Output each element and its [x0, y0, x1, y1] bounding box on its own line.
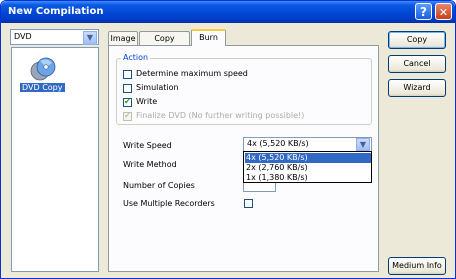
copy-button[interactable]: Copy	[388, 31, 446, 49]
write-speed-option-4x[interactable]: 4x (5,520 KB/s)	[245, 153, 371, 163]
write-checkbox[interactable]: ✔	[123, 97, 132, 107]
title-bar[interactable]: New Compilation ? ✕	[1, 1, 455, 23]
window-title: New Compilation	[8, 6, 104, 17]
cancel-button[interactable]: Cancel	[388, 55, 446, 73]
write-method-label: Write Method	[123, 160, 177, 169]
tab-burn[interactable]: Burn	[191, 29, 226, 46]
tab-image[interactable]: Image	[108, 31, 138, 45]
finalize-dvd-checkbox[interactable]: ✔	[123, 111, 132, 121]
determine-max-speed-label: Determine maximum speed	[136, 69, 248, 78]
number-of-copies-label: Number of Copies	[123, 181, 195, 190]
use-multiple-recorders-label: Use Multiple Recorders	[123, 199, 215, 208]
dvd-copy-icon	[30, 57, 56, 81]
finalize-dvd-label: Finalize DVD (No further writing possibl…	[136, 111, 305, 120]
use-multiple-recorders-checkbox[interactable]	[244, 199, 253, 208]
project-list[interactable]: DVD Copy	[11, 47, 99, 272]
tab-copy-options[interactable]: Copy options	[139, 31, 190, 56]
write-speed-option-1x[interactable]: 1x (1,380 KB/s)	[245, 173, 371, 183]
determine-max-speed-checkbox[interactable]	[123, 70, 132, 79]
wizard-button[interactable]: Wizard	[388, 79, 446, 97]
project-type-select[interactable]: DVD ▼	[10, 29, 99, 45]
write-speed-option-2x[interactable]: 2x (2,760 KB/s)	[245, 163, 371, 173]
write-speed-value: 4x (5,520 KB/s)	[247, 139, 309, 148]
simulation-label: Simulation	[136, 83, 179, 92]
write-speed-dropdown-list: 4x (5,520 KB/s) 2x (2,760 KB/s) 1x (1,38…	[243, 151, 372, 183]
action-group-legend: Action	[121, 53, 151, 62]
project-type-value: DVD	[14, 32, 32, 41]
chevron-down-icon[interactable]: ▼	[83, 31, 97, 45]
write-speed-label: Write Speed	[123, 141, 172, 150]
close-button[interactable]: ✕	[435, 3, 452, 20]
write-speed-select[interactable]: 4x (5,520 KB/s) ▼	[243, 137, 372, 152]
medium-info-button[interactable]: Medium Info	[388, 257, 446, 275]
simulation-checkbox[interactable]	[123, 84, 132, 93]
checkmark-icon: ✔	[124, 97, 131, 106]
help-button[interactable]: ?	[415, 3, 432, 20]
chevron-down-icon[interactable]: ▼	[356, 138, 370, 151]
checkmark-icon: ✔	[124, 111, 131, 120]
list-item-dvd-copy[interactable]: DVD Copy	[20, 83, 65, 92]
write-label: Write	[136, 97, 158, 106]
new-compilation-dialog: New Compilation ? ✕ DVD ▼ DVD Copy Image…	[0, 0, 456, 279]
